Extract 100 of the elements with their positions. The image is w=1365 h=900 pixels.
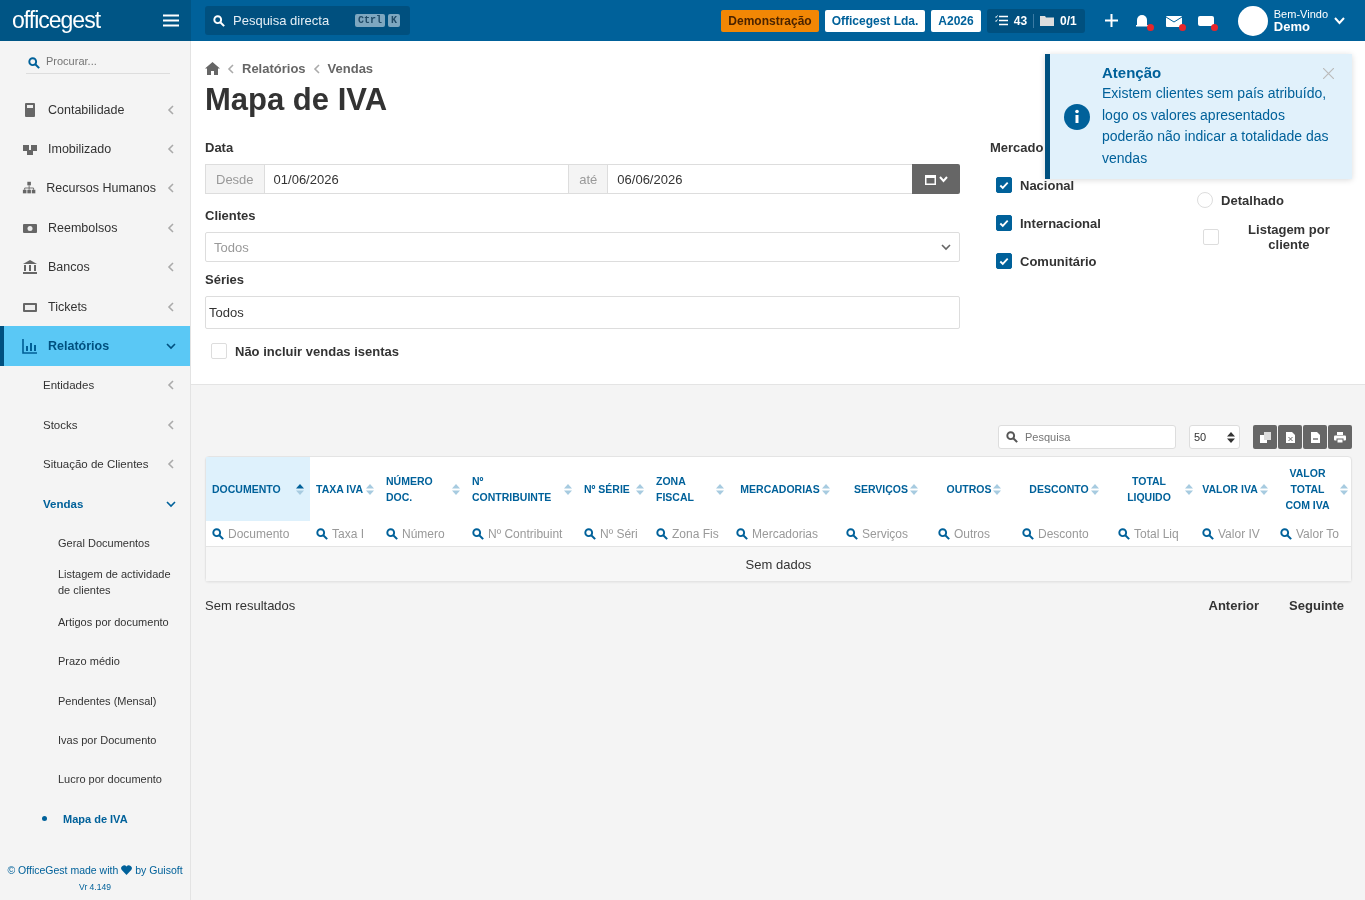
date-field[interactable]: 01/06/2026 (263, 164, 569, 194)
search-icon (584, 527, 596, 540)
task-count: 43 (1013, 13, 1028, 28)
add-icon[interactable] (1104, 14, 1118, 27)
breadcrumb-link[interactable]: Vendas (327, 61, 374, 76)
file-icon (1310, 431, 1320, 443)
sidebar-item[interactable]: Contabilidade (0, 90, 190, 130)
sort-icon (1227, 431, 1235, 443)
search-icon (212, 527, 224, 540)
folder-count: 0/1 (1060, 13, 1077, 28)
search-icon (1280, 527, 1292, 540)
column-header[interactable]: TOTAL LIQUIDO (1112, 457, 1196, 521)
calendar-button[interactable] (912, 164, 960, 194)
column-header[interactable]: VALOR TOTAL COM IVA (1274, 457, 1351, 521)
notification-dot (1178, 23, 1186, 31)
chevron-icon (166, 459, 176, 470)
menu-search-field[interactable]: Procurar... (26, 51, 170, 74)
checkbox[interactable]: Não incluir vendas isentas (211, 343, 399, 359)
column-header[interactable]: OUTROS (932, 457, 1016, 521)
submenu-item[interactable]: Situação de Clientes (0, 444, 190, 484)
table-search-field[interactable]: Pesquisa (998, 425, 1176, 449)
submenu-item[interactable]: Vendas (0, 483, 190, 524)
breadcrumb-separator-icon (226, 63, 236, 74)
column-header[interactable]: Nº CONTRIBUINTE (466, 457, 578, 521)
column-header[interactable]: ZONA FISCAL (650, 457, 730, 521)
submenu-item[interactable]: Listagem de actividade de clientes (0, 562, 190, 603)
home-icon[interactable] (205, 62, 220, 75)
search-icon (846, 527, 858, 540)
results-info: Sem resultados (205, 598, 296, 613)
menu-button[interactable] (163, 14, 179, 27)
checkbox[interactable]: Comunitário (996, 253, 1097, 269)
demo-badge[interactable]: Demonstração (721, 9, 819, 32)
copy-icon (1259, 431, 1271, 443)
caret-icon (941, 242, 951, 252)
submenu-item[interactable]: Pendentes (Mensal) (0, 680, 190, 721)
copy-button[interactable] (1253, 425, 1277, 449)
chevron-icon (166, 419, 176, 430)
breadcrumb-link[interactable]: Relatórios (242, 61, 306, 76)
print-button[interactable] (1328, 425, 1352, 449)
next-button[interactable]: Seguinte (1281, 598, 1352, 613)
csv-button[interactable] (1303, 425, 1327, 449)
company-badge[interactable]: A2026 (931, 9, 981, 32)
calculator-icon (22, 101, 38, 118)
column-header[interactable]: MERCADORIAS (730, 457, 840, 521)
mail-icon[interactable] (1165, 13, 1182, 28)
counters-bar[interactable]: 43 0/1 (986, 8, 1085, 33)
user-name: Demo (1273, 19, 1311, 34)
column-header[interactable]: DOCUMENTO (206, 457, 310, 521)
notification-dot (1146, 23, 1154, 31)
sidebar-item[interactable]: Bancos (0, 247, 190, 287)
chevron-icon (166, 380, 176, 391)
sort-icon (366, 483, 374, 495)
sidebar-item[interactable]: Recursos Humanos (0, 168, 190, 209)
field-label: Data (205, 140, 234, 155)
alert-title: Atenção (1102, 64, 1162, 81)
check-icon (999, 256, 1009, 266)
search-icon (1006, 431, 1018, 443)
submenu-item[interactable]: Ivas por Documento (0, 720, 190, 760)
sidebar-item[interactable]: Tickets (0, 286, 190, 327)
column-header[interactable]: TAXA IVA (310, 457, 380, 521)
checkbox[interactable]: Internacional (996, 215, 1101, 231)
submenu-item[interactable]: Mapa de IVA (0, 799, 190, 839)
sidebar-item[interactable]: Reembolsos (0, 208, 190, 248)
sidebar-item[interactable]: Relatórios (0, 326, 190, 366)
sort-icon (452, 483, 460, 495)
column-header[interactable]: VALOR IVA (1196, 457, 1274, 521)
submenu-item[interactable]: Prazo médio (0, 641, 190, 681)
chevron-icon (166, 301, 176, 312)
chevron-icon (166, 222, 176, 233)
checkbox[interactable]: Listagem por cliente (1203, 222, 1351, 252)
submenu-item[interactable]: Artigos por documento (0, 602, 190, 642)
ticket-icon[interactable] (1197, 13, 1214, 28)
avatar[interactable] (1237, 5, 1268, 36)
bullet-icon (42, 816, 47, 822)
search-icon (938, 527, 950, 540)
excel-button[interactable] (1278, 425, 1302, 449)
menu-icon (163, 14, 179, 27)
spreadsheet-file-icon (1285, 431, 1295, 443)
previous-button[interactable]: Anterior (1200, 598, 1268, 613)
sidebar-item[interactable]: Imobilizado (0, 129, 190, 169)
chevron-icon (166, 183, 176, 194)
column-header[interactable]: DESCONTO (1016, 457, 1112, 521)
column-header[interactable]: SERVIÇOS (840, 457, 932, 521)
chevron-icon (166, 341, 176, 352)
submenu-item[interactable]: Entidades (0, 365, 190, 406)
sort-icon (821, 483, 830, 495)
chart-icon (22, 338, 38, 355)
chevron-icon[interactable] (1334, 16, 1345, 25)
company-badge[interactable]: Officegest Lda. (824, 9, 926, 32)
search-icon (386, 527, 398, 540)
page-size-select[interactable]: 50 (1189, 425, 1240, 449)
radio-button[interactable]: Detalhado (1197, 192, 1284, 208)
submenu-item[interactable]: Geral Documentos (0, 523, 190, 563)
date-field[interactable]: 06/06/2026 (607, 164, 912, 194)
column-header[interactable]: Nº SÉRIE (578, 457, 650, 521)
column-header[interactable]: NÚMERO DOC. (380, 457, 466, 521)
submenu-item[interactable]: Lucro por documento (0, 759, 190, 800)
bell-icon[interactable] (1133, 13, 1150, 28)
submenu-item[interactable]: Stocks (0, 405, 190, 445)
series-field[interactable]: Todos (205, 296, 960, 329)
